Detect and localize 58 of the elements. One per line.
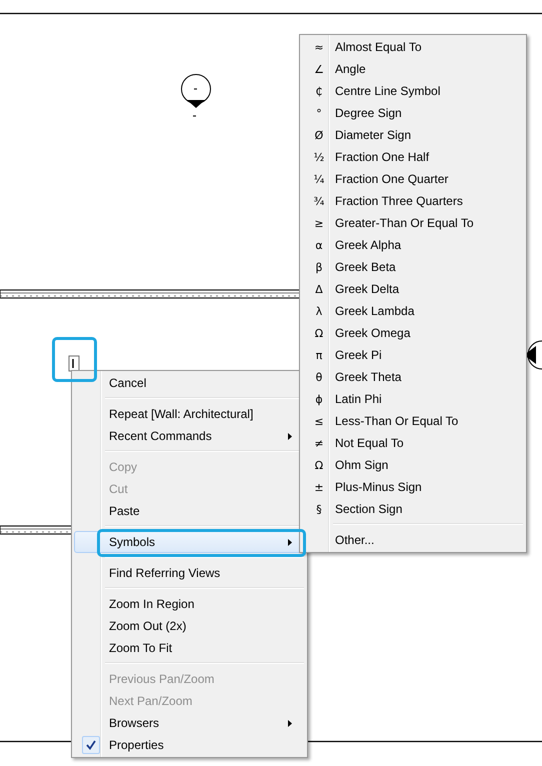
symbol-glyph: °	[316, 106, 322, 120]
symbol-glyph: Ω	[314, 326, 324, 340]
symbol-glyph: ±	[314, 480, 324, 494]
menu-item[interactable]: Fraction Three Quarters	[335, 194, 523, 208]
symbol-glyph: Δ	[315, 282, 323, 296]
menu-item[interactable]: Centre Line Symbol	[335, 84, 523, 98]
symbol-glyph: §	[316, 502, 322, 516]
menu-item[interactable]: Almost Equal To	[335, 40, 523, 54]
symbol-glyph: ¼	[314, 172, 324, 186]
symbol-glyph: λ	[316, 304, 322, 318]
symbol-glyph: α	[315, 238, 323, 252]
symbol-glyph: ≥	[314, 216, 324, 230]
symbol-glyph: π	[316, 348, 322, 362]
menu-item[interactable]: Ohm Sign	[335, 458, 523, 472]
menu-item[interactable]: Greek Pi	[335, 348, 523, 362]
symbol-glyph: ≠	[314, 436, 324, 450]
menu-item[interactable]: Zoom Out (2x)	[74, 615, 305, 637]
symbol-glyph: ≈	[314, 40, 324, 54]
menu-item[interactable]: Fraction One Quarter	[335, 172, 523, 186]
menu-item[interactable]: Degree Sign	[335, 106, 523, 120]
menu-item[interactable]: Greek Omega	[335, 326, 523, 340]
menu-item[interactable]: Diameter Sign	[335, 128, 523, 142]
cursor-icon	[68, 356, 80, 372]
menu-item[interactable]: Properties	[74, 734, 305, 756]
menu-item[interactable]: Greek Theta	[335, 370, 523, 384]
menu-item[interactable]: Find Referring Views	[74, 562, 305, 584]
menu-item[interactable]: Recent Commands	[74, 425, 305, 447]
menu-item[interactable]: Greek Alpha	[335, 238, 523, 252]
menu-item[interactable]: Less-Than Or Equal To	[335, 414, 523, 428]
symbol-glyph: ¾	[314, 194, 324, 208]
menu-item[interactable]: Angle	[335, 62, 523, 76]
menu-item[interactable]: Plus-Minus Sign	[335, 480, 523, 494]
menu-item[interactable]: Zoom To Fit	[74, 637, 305, 659]
menu-item[interactable]: Fraction One Half	[335, 150, 523, 164]
symbol-glyph: ½	[314, 150, 324, 164]
submenu-arrow-icon	[288, 720, 292, 726]
symbol-glyph: ∠	[314, 62, 324, 76]
menu-item[interactable]: Greek Lambda	[335, 304, 523, 318]
symbol-glyph: ɸ	[315, 392, 323, 406]
symbol-glyph: ≤	[314, 414, 324, 428]
menu-item[interactable]: Browsers	[74, 712, 305, 734]
symbol-glyph: θ	[316, 370, 322, 384]
symbol-glyph: ₵	[316, 84, 322, 98]
menu-item[interactable]: Greek Delta	[335, 282, 523, 296]
menu-item[interactable]: Section Sign	[335, 502, 523, 516]
highlight-frame	[52, 337, 97, 382]
menu-item[interactable]: Greater-Than Or Equal To	[335, 216, 523, 230]
menu-item[interactable]: Not Equal To	[335, 436, 523, 450]
elevation-marker-icon	[181, 74, 211, 116]
submenu-arrow-icon	[288, 432, 292, 440]
symbol-glyph: β	[315, 260, 323, 274]
menu-item[interactable]: Other...	[335, 533, 523, 547]
submenu-arrow-icon	[288, 538, 292, 546]
menu-item[interactable]: Zoom In Region	[74, 593, 305, 615]
symbol-glyph: Ω	[314, 458, 324, 472]
menu-item[interactable]: Latin Phi	[335, 392, 523, 406]
symbol-glyph: Ø	[314, 128, 324, 142]
menu-item[interactable]: Greek Beta	[335, 260, 523, 274]
